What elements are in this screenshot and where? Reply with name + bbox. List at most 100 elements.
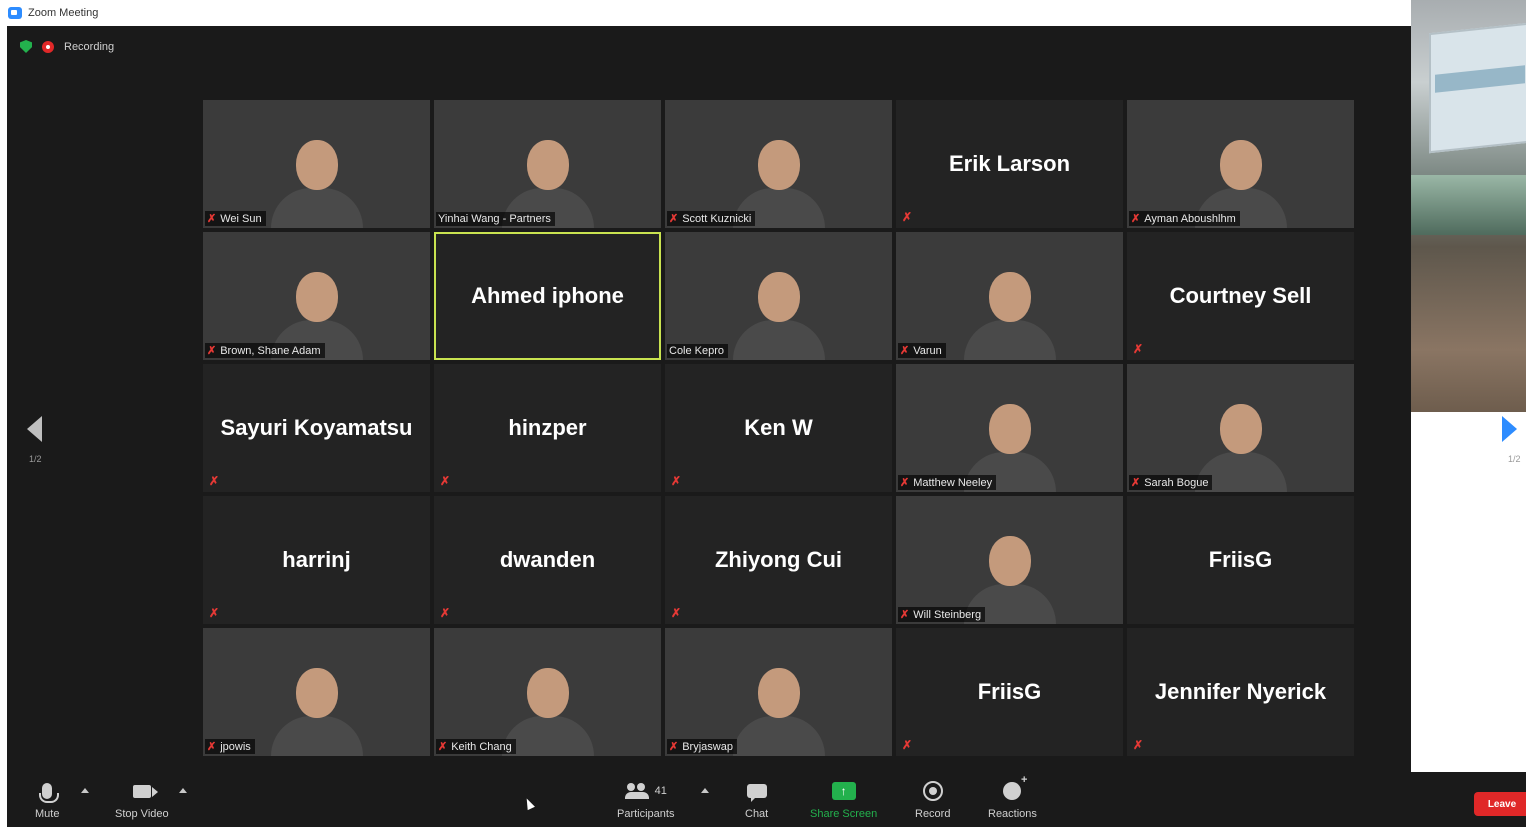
muted-mic-icon: ✗: [207, 741, 217, 753]
participant-display-name: FriisG: [1208, 547, 1273, 572]
zoom-window: Zoom Meeting Recording ✗ Wei Sun Yinhai Wa…: [0, 0, 1526, 827]
participant-video-figure: [732, 660, 825, 756]
participant-tile[interactable]: hinzper ✗: [434, 364, 661, 492]
participant-tile[interactable]: ✗ Wei Sun: [203, 100, 430, 228]
participant-display-name: Ken W: [744, 415, 813, 440]
muted-mic-icon: ✗: [209, 474, 220, 488]
participant-tile[interactable]: ✗ jpowis: [203, 628, 430, 756]
participants-count: 41: [654, 785, 667, 797]
audio-options-chevron-icon[interactable]: [81, 788, 89, 793]
participant-display-name: hinzper: [508, 415, 587, 440]
participant-name-label: ✗ Ayman Aboushlhm: [1129, 211, 1240, 226]
video-options-chevron-icon[interactable]: [179, 788, 187, 793]
participant-name-label: ✗ Brown, Shane Adam: [205, 343, 325, 358]
participants-options-chevron-icon[interactable]: [701, 788, 709, 793]
participants-button[interactable]: 41 Participants: [617, 780, 674, 820]
participant-tile[interactable]: ✗ Will Steinberg: [896, 496, 1123, 624]
participant-name: Yinhai Wang - Partners: [438, 213, 551, 225]
muted-mic-icon: ✗: [671, 606, 682, 620]
mouse-cursor-icon: [523, 796, 535, 811]
participant-tile[interactable]: dwanden ✗: [434, 496, 661, 624]
participant-tile[interactable]: Yinhai Wang - Partners: [434, 100, 661, 228]
participant-display-name: Zhiyong Cui: [714, 547, 843, 572]
participant-display-name: dwanden: [499, 547, 596, 572]
participant-tile[interactable]: ✗ Bryjaswap: [665, 628, 892, 756]
muted-mic-icon: ✗: [669, 741, 679, 753]
muted-mic-icon: ✗: [209, 606, 220, 620]
chat-button[interactable]: Chat: [745, 780, 768, 820]
next-page-arrow-icon[interactable]: [1502, 416, 1517, 442]
participant-tile[interactable]: Ahmed iphone: [434, 232, 661, 360]
participant-name: Brown, Shane Adam: [220, 344, 321, 357]
participant-tile[interactable]: Sayuri Koyamatsu ✗: [203, 364, 430, 492]
participant-display-name: harrinj: [282, 547, 351, 572]
participant-tile[interactable]: Erik Larson ✗: [896, 100, 1123, 228]
participant-name-label: ✗ jpowis: [205, 739, 255, 754]
participant-name-label: ✗ Bryjaswap: [667, 739, 737, 754]
video-camera-icon: [132, 784, 158, 798]
share-screen-button[interactable]: ↑ Share Screen: [810, 780, 877, 820]
zoom-app-icon: [8, 7, 22, 19]
participant-display-name: Ahmed iphone: [471, 283, 624, 308]
page-indicator-left: 1/2: [29, 454, 42, 464]
participant-display-name: FriisG: [977, 679, 1042, 704]
participant-display-name: Erik Larson: [948, 151, 1071, 176]
leave-button[interactable]: Leave: [1474, 792, 1526, 816]
participant-tile[interactable]: harrinj ✗: [203, 496, 430, 624]
participant-tile[interactable]: ✗ Matthew Neeley: [896, 364, 1123, 492]
muted-mic-icon: ✗: [900, 609, 910, 621]
participant-tile[interactable]: ✗ Ayman Aboushlhm: [1127, 100, 1354, 228]
participant-name: Scott Kuznicki: [682, 212, 752, 225]
participant-name: Matthew Neeley: [913, 476, 993, 489]
title-bar: Zoom Meeting: [0, 0, 1411, 26]
mute-button[interactable]: Mute: [35, 780, 59, 820]
muted-mic-icon: ✗: [1131, 213, 1141, 225]
record-button[interactable]: Record: [915, 780, 950, 820]
participant-tile[interactable]: ✗ Keith Chang: [434, 628, 661, 756]
reactions-icon: [1003, 774, 1027, 800]
participant-name-label: ✗ Scott Kuznicki: [667, 211, 756, 226]
participant-tile[interactable]: ✗ Scott Kuznicki: [665, 100, 892, 228]
meeting-status: Recording: [20, 40, 114, 53]
side-camera-photo: [1411, 0, 1526, 412]
recording-label: Recording: [64, 40, 115, 53]
participant-tile[interactable]: ✗ Varun: [896, 232, 1123, 360]
participant-name-label: ✗ Will Steinberg: [898, 607, 986, 622]
muted-mic-icon: ✗: [671, 474, 682, 488]
participant-tile[interactable]: ✗ Sarah Bogue: [1127, 364, 1354, 492]
participant-tile[interactable]: Cole Kepro: [665, 232, 892, 360]
security-shield-icon[interactable]: [20, 40, 32, 53]
muted-mic-icon: ✗: [438, 741, 448, 753]
meeting-toolbar: Mute Stop Video 41 Participants Chat ↑ S…: [7, 772, 1526, 827]
gallery-grid: ✗ Wei Sun Yinhai Wang - Partners ✗ Scott Kuz…: [203, 100, 1354, 756]
participant-name-label: Cole Kepro: [667, 344, 729, 358]
muted-mic-icon: ✗: [207, 213, 217, 225]
participant-name: Keith Chang: [451, 740, 512, 753]
participant-display-name: Sayuri Koyamatsu: [220, 415, 413, 440]
participant-name-label: Yinhai Wang - Partners: [436, 212, 555, 226]
microphone-icon: [39, 783, 60, 803]
participant-tile[interactable]: Zhiyong Cui ✗: [665, 496, 892, 624]
room-window: [1411, 175, 1526, 235]
chat-icon: [746, 784, 767, 802]
muted-mic-icon: ✗: [900, 477, 910, 489]
page-indicator-right: 1/2: [1508, 454, 1521, 464]
previous-page-arrow-icon[interactable]: [27, 416, 42, 442]
participant-tile[interactable]: ✗ Brown, Shane Adam: [203, 232, 430, 360]
participant-tile[interactable]: FriisG: [1127, 496, 1354, 624]
participant-name-label: ✗ Keith Chang: [436, 739, 516, 754]
participant-name: Ayman Aboushlhm: [1144, 212, 1236, 225]
stop-video-button[interactable]: Stop Video: [115, 780, 169, 820]
participant-name-label: ✗ Sarah Bogue: [1129, 475, 1213, 490]
participant-tile[interactable]: FriisG ✗: [896, 628, 1123, 756]
participant-tile[interactable]: Courtney Sell ✗: [1127, 232, 1354, 360]
participants-icon: [624, 783, 649, 799]
reactions-button[interactable]: Reactions: [988, 774, 1037, 820]
participant-video-figure: [270, 660, 363, 756]
participant-name: Cole Kepro: [669, 345, 725, 357]
participant-name: Wei Sun: [220, 212, 262, 225]
participant-tile[interactable]: Ken W ✗: [665, 364, 892, 492]
participant-tile[interactable]: Jennifer Nyerick ✗: [1127, 628, 1354, 756]
participant-name: Varun: [913, 344, 942, 357]
muted-mic-icon: ✗: [440, 606, 451, 620]
